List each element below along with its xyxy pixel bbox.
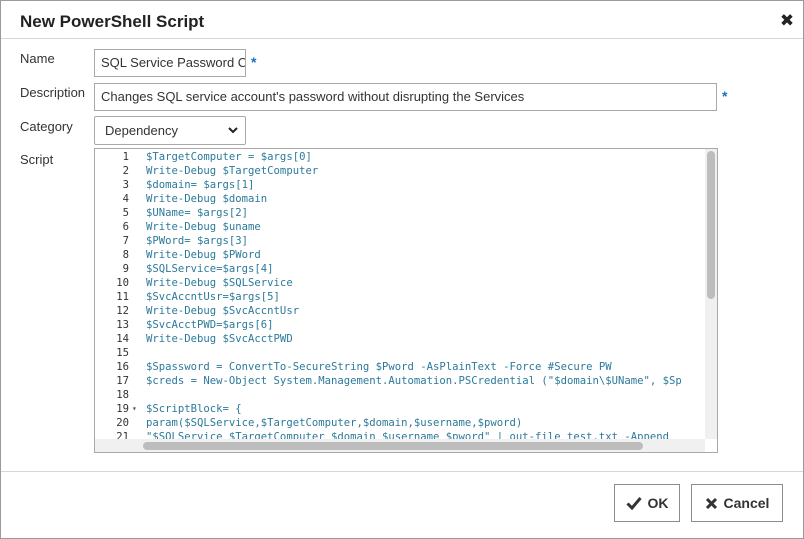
code-text: $SQLService=$args[4] [146,263,274,275]
cancel-label: Cancel [723,495,770,511]
code-text: $domain= $args[1] [146,179,255,191]
description-required-mark: * [722,88,728,104]
code-text: Write-Debug $SQLService [146,277,293,289]
code-line: 14 Write-Debug $SvcAcctPWD [95,332,715,346]
category-label: Category [20,119,73,134]
line-number: 15 [116,347,129,359]
code-line: 12 Write-Debug $SvcAccntUsr [95,304,715,318]
code-line: 7 $PWord= $args[3] [95,234,715,248]
dialog-title: New PowerShell Script [20,12,205,31]
code-text: Write-Debug $PWord [146,249,261,261]
code-text: Write-Debug $SvcAccntUsr [146,305,300,317]
code-line: 1 $TargetComputer = $args[0] [95,150,715,164]
line-number: 20 [116,417,129,429]
name-input[interactable]: SQL Service Password C [94,49,246,77]
code-line: 6 Write-Debug $uname [95,220,715,234]
line-number: 7 [122,235,129,247]
vertical-scrollbar-thumb[interactable] [707,151,715,299]
code-text: param($SQLService,$TargetComputer,$domai… [146,417,523,429]
code-line: 11 $SvcAccntUsr=$args[5] [95,290,715,304]
check-icon [625,496,642,510]
code-text: $creds = New-Object System.Management.Au… [146,375,682,387]
footer-divider [1,471,803,472]
script-label: Script [20,152,54,167]
code-text: $TargetComputer = $args[0] [146,151,312,163]
line-number: 2 [122,165,129,177]
code-line: 8 Write-Debug $PWord [95,248,715,262]
code-text: $UName= $args[2] [146,207,249,219]
code-line: 9 $SQLService=$args[4] [95,262,715,276]
line-number: 3 [122,179,129,191]
line-number: 10 [116,277,129,289]
line-number: 11 [116,291,129,303]
line-number: 19 [116,403,129,415]
line-number: 17 [116,375,129,387]
code-line: 5 $UName= $args[2] [95,206,715,220]
line-number: 1 [122,151,129,163]
code-line: 2 Write-Debug $TargetComputer [95,164,715,178]
code-line: 4 Write-Debug $domain [95,192,715,206]
code-text: $Spassword = ConvertTo-SecureString $Pwo… [146,361,612,373]
fold-toggle-icon[interactable]: ▾ [132,402,137,416]
code-text: $ScriptBlock= { [146,403,242,415]
line-number: 9 [122,263,129,275]
code-line: 10 Write-Debug $SQLService [95,276,715,290]
code-text: $PWord= $args[3] [146,235,249,247]
close-icon: ✖ [779,11,795,30]
line-number: 4 [122,193,129,205]
description-label: Description [20,85,86,100]
code-line: 13 $SvcAcctPWD=$args[6] [95,318,715,332]
description-input[interactable]: Changes SQL service account's password w… [94,83,717,111]
code-text: $SvcAccntUsr=$args[5] [146,291,280,303]
name-required-mark: * [251,54,257,70]
x-icon [705,497,718,510]
ok-button[interactable]: OK [614,484,680,522]
line-number: 8 [122,249,129,261]
code-line: 18 [95,388,715,402]
line-number: 18 [116,389,129,401]
line-number: 5 [122,207,129,219]
code-text: $SvcAcctPWD=$args[6] [146,319,274,331]
code-line: 15 [95,346,715,360]
horizontal-scrollbar-thumb[interactable] [143,442,643,450]
code-line: 19 ▾ $ScriptBlock= { [95,402,715,416]
line-number: 14 [116,333,129,345]
script-editor[interactable]: 1 $TargetComputer = $args[0] 2 Write-Debug … [94,148,718,453]
code-line: 20 param($SQLService,$TargetComputer,$dom… [95,416,715,430]
code-text: Write-Debug $uname [146,221,261,233]
code-text: Write-Debug $TargetComputer [146,165,319,177]
code-line: 3 $domain= $args[1] [95,178,715,192]
close-button[interactable]: ✖ [778,11,796,31]
line-number: 12 [116,305,129,317]
code-line: 16 $Spassword = ConvertTo-SecureString $P… [95,360,715,374]
name-label: Name [20,51,55,66]
code-text: Write-Debug $SvcAcctPWD [146,333,293,345]
code-text: Write-Debug $domain [146,193,268,205]
category-selected-value: Dependency [105,123,178,138]
title-divider [1,38,803,39]
line-number: 6 [122,221,129,233]
category-select[interactable]: Dependency [94,116,246,145]
ok-label: OK [647,495,669,511]
code-line: 17 $creds = New-Object System.Management.… [95,374,715,388]
line-number: 16 [116,361,129,373]
line-number: 13 [116,319,129,331]
cancel-button[interactable]: Cancel [691,484,783,522]
new-powershell-script-dialog: New PowerShell Script ✖ Name SQL Service… [0,0,804,539]
